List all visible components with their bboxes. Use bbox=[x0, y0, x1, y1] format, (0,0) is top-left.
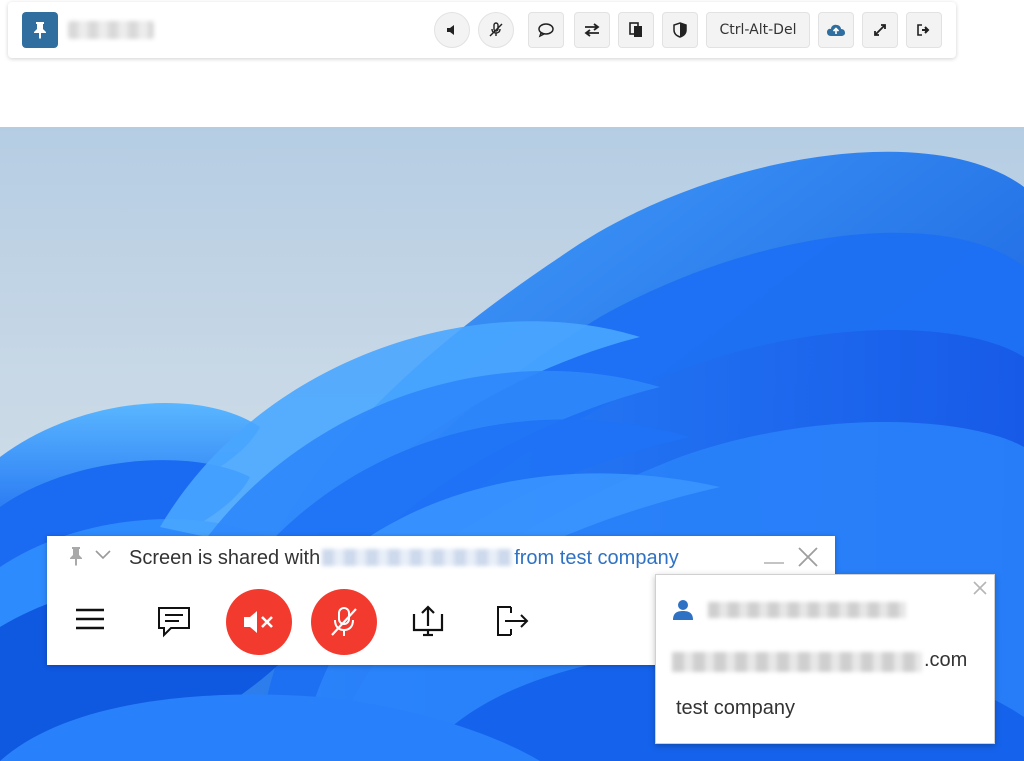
remote-session-window: Ctrl-Alt-Del Screen is shared with from t… bbox=[0, 0, 1024, 761]
clipboard-icon bbox=[629, 22, 642, 37]
shared-user-redacted bbox=[322, 549, 513, 566]
ctrl-alt-del-button[interactable]: Ctrl-Alt-Del bbox=[706, 12, 810, 48]
share-screen-icon[interactable] bbox=[411, 604, 445, 638]
cloud-upload-icon bbox=[827, 24, 845, 36]
menu-icon[interactable] bbox=[75, 608, 105, 630]
user-email-suffix: .com bbox=[924, 649, 968, 671]
chat-bubble-icon bbox=[538, 23, 554, 38]
leave-session-icon[interactable] bbox=[495, 605, 531, 637]
user-email-redacted bbox=[672, 652, 922, 672]
upload-button[interactable] bbox=[818, 12, 854, 48]
session-title-redacted bbox=[68, 21, 154, 39]
chevron-down-icon[interactable] bbox=[95, 550, 111, 560]
share-status-text: Screen is shared with from test company bbox=[129, 547, 679, 570]
microphone-muted-icon bbox=[489, 22, 503, 37]
pin-icon bbox=[34, 22, 46, 39]
shield-icon bbox=[673, 22, 687, 38]
share-status-prefix: Screen is shared with bbox=[129, 547, 321, 569]
user-icon bbox=[672, 599, 694, 625]
pin-icon[interactable] bbox=[69, 546, 83, 566]
swap-arrows-icon bbox=[584, 23, 600, 37]
fullscreen-button[interactable] bbox=[862, 12, 898, 48]
shared-company: from test company bbox=[514, 547, 679, 569]
chat-icon[interactable] bbox=[157, 606, 191, 638]
user-info-popup: .com test company bbox=[655, 574, 995, 744]
chat-button[interactable] bbox=[528, 12, 564, 48]
close-icon[interactable] bbox=[972, 580, 988, 600]
user-name-redacted bbox=[708, 602, 906, 618]
share-bar-header: Screen is shared with from test company bbox=[47, 536, 835, 576]
microphone-muted-icon bbox=[331, 607, 357, 636]
speaker-muted-button[interactable] bbox=[226, 589, 292, 655]
microphone-muted-button[interactable] bbox=[311, 589, 377, 655]
close-icon[interactable] bbox=[797, 546, 819, 568]
sign-out-icon bbox=[917, 24, 930, 36]
session-toolbar: Ctrl-Alt-Del bbox=[8, 2, 956, 58]
minimize-icon[interactable] bbox=[763, 548, 785, 566]
ctrl-alt-del-label: Ctrl-Alt-Del bbox=[719, 22, 797, 38]
speaker-muted-icon bbox=[244, 611, 273, 633]
pin-button[interactable] bbox=[22, 12, 58, 48]
exit-session-button[interactable] bbox=[906, 12, 942, 48]
security-button[interactable] bbox=[662, 12, 698, 48]
switch-button[interactable] bbox=[574, 12, 610, 48]
expand-icon bbox=[874, 24, 886, 36]
user-company: test company bbox=[676, 697, 795, 719]
clipboard-button[interactable] bbox=[618, 12, 654, 48]
microphone-button[interactable] bbox=[478, 12, 514, 48]
audio-button[interactable] bbox=[434, 12, 470, 48]
speaker-icon bbox=[447, 25, 454, 35]
